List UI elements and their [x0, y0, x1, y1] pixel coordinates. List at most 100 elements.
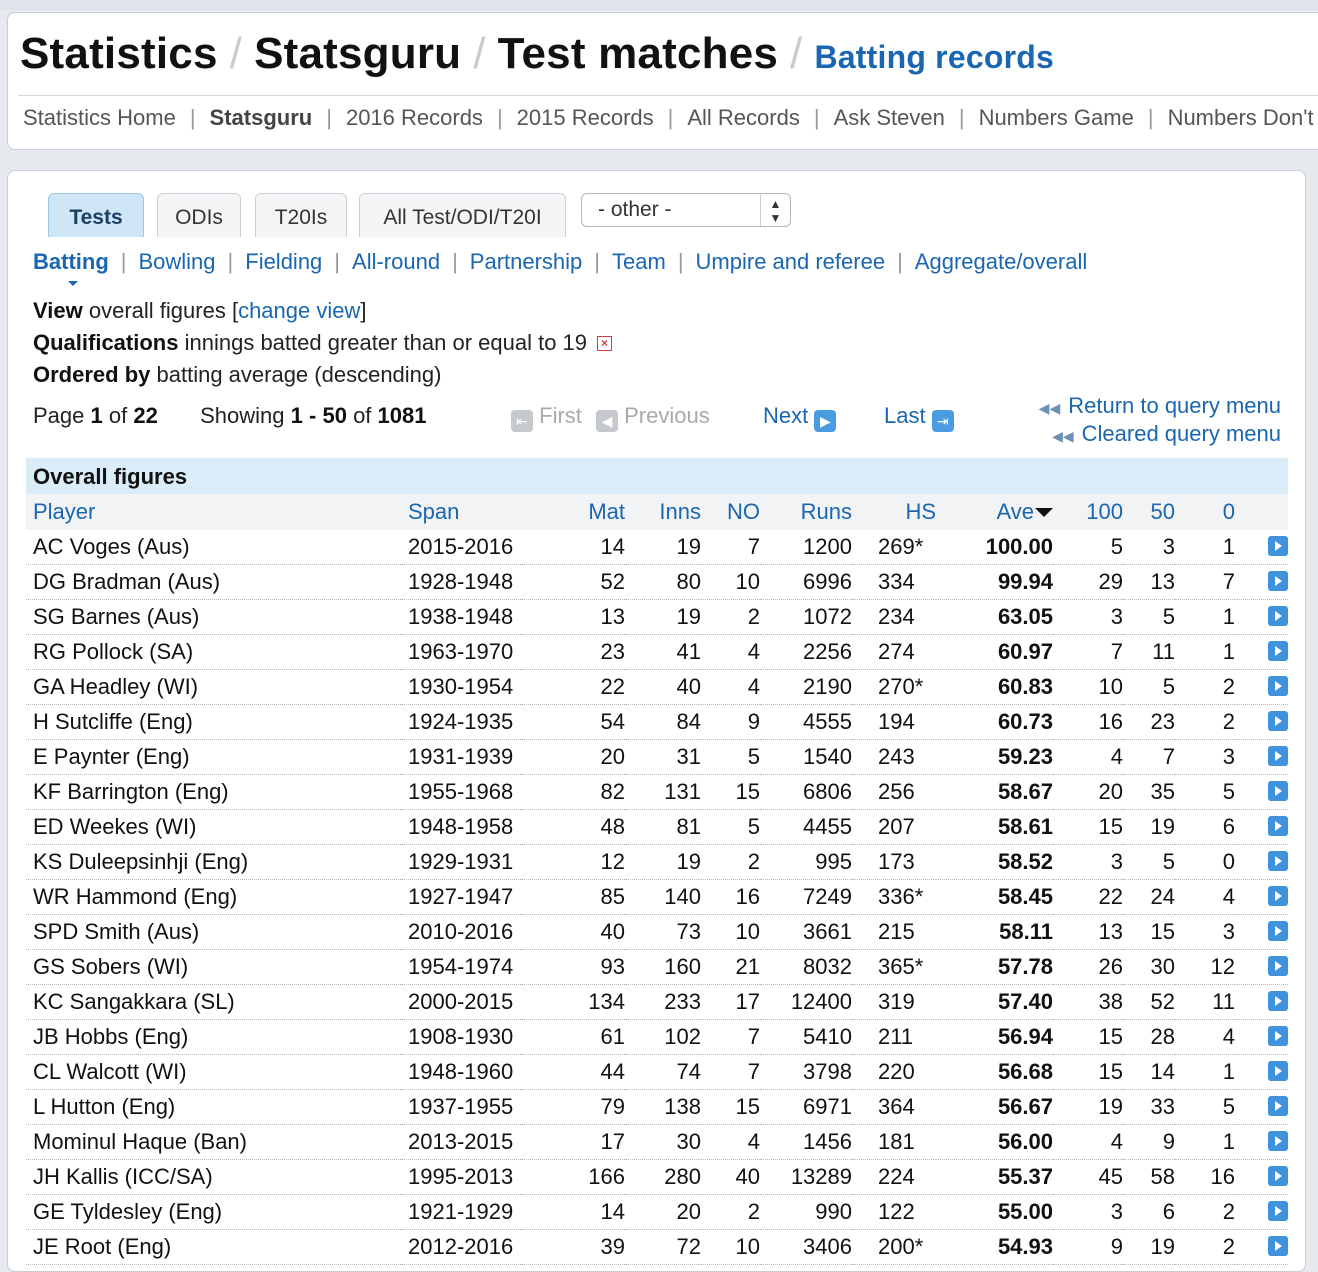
cell-action	[1235, 739, 1288, 775]
change-view-link[interactable]: change view	[238, 298, 360, 323]
cell-player[interactable]: GS Sobers (WI)	[26, 949, 401, 985]
cell-mat: 40	[521, 914, 625, 950]
cell-span: 1937-1955	[401, 1089, 521, 1125]
tab-odis[interactable]: ODIs	[157, 193, 241, 237]
remove-filter-icon[interactable]: ×	[597, 336, 613, 351]
range-dash: -	[309, 403, 317, 428]
subnav-statistics-home[interactable]: Statistics Home	[23, 105, 176, 130]
table-row: GA Headley (WI) 1930-1954 22 40 4 2190 270* 60.…	[26, 669, 1288, 705]
player-details-arrow-icon[interactable]	[1268, 1166, 1288, 1186]
col-no[interactable]: NO	[701, 494, 760, 530]
other-select-value: - other -	[598, 198, 672, 221]
last-page-button[interactable]: Last ⇥	[884, 403, 954, 432]
player-details-arrow-icon[interactable]	[1268, 641, 1288, 661]
subnav-numbers-dont-lie[interactable]: Numbers Don't L	[1168, 105, 1318, 130]
cell-player[interactable]: CL Walcott (WI)	[26, 1054, 401, 1090]
col-span[interactable]: Span	[401, 494, 521, 530]
view-close: ]	[360, 298, 367, 323]
player-details-arrow-icon[interactable]	[1268, 1061, 1288, 1081]
cat-umpire-referee[interactable]: Umpire and referee	[696, 249, 886, 274]
cell-inns: 138	[625, 1089, 701, 1125]
cell-player[interactable]: H Sutcliffe (Eng)	[26, 704, 401, 740]
player-details-arrow-icon[interactable]	[1268, 536, 1288, 556]
other-format-select[interactable]: - other - ▲ ▼	[581, 193, 791, 227]
next-page-button[interactable]: Next ▶	[763, 403, 837, 432]
cat-batting[interactable]: Batting	[33, 249, 109, 274]
player-details-arrow-icon[interactable]	[1268, 571, 1288, 591]
player-details-arrow-icon[interactable]	[1268, 1201, 1288, 1221]
cat-fielding[interactable]: Fielding	[245, 249, 322, 274]
tab-tests[interactable]: Tests	[48, 193, 144, 237]
cat-bowling[interactable]: Bowling	[138, 249, 215, 274]
cell-no: 4	[701, 1124, 760, 1160]
player-details-arrow-icon[interactable]	[1268, 781, 1288, 801]
cell-player[interactable]: JH Kallis (ICC/SA)	[26, 1159, 401, 1195]
cell-player[interactable]: KC Sangakkara (SL)	[26, 984, 401, 1020]
subnav-2015-records[interactable]: 2015 Records	[517, 105, 654, 130]
player-details-arrow-icon[interactable]	[1268, 1236, 1288, 1256]
player-details-arrow-icon[interactable]	[1268, 1131, 1288, 1151]
cell-player[interactable]: AC Voges (Aus)	[26, 530, 401, 565]
cell-no: 17	[701, 984, 760, 1020]
col-0[interactable]: 0	[1175, 494, 1235, 530]
rewind-icon: ◀◀	[1038, 400, 1061, 416]
player-details-arrow-icon[interactable]	[1268, 606, 1288, 626]
cat-all-round[interactable]: All-round	[352, 249, 440, 274]
cell-player[interactable]: JB Hobbs (Eng)	[26, 1019, 401, 1055]
cell-no: 2	[701, 1194, 760, 1230]
player-details-arrow-icon[interactable]	[1268, 921, 1288, 941]
cell-player[interactable]: RG Pollock (SA)	[26, 634, 401, 670]
return-query-link[interactable]: ◀◀ Return to query menu	[1039, 393, 1281, 421]
page-info: Page 1 of 22 Showing 1 - 50 of 1081	[33, 403, 427, 429]
cell-runs: 13289	[760, 1159, 852, 1195]
player-details-arrow-icon[interactable]	[1268, 991, 1288, 1011]
player-details-arrow-icon[interactable]	[1268, 886, 1288, 906]
cell-player[interactable]: JE Root (Eng)	[26, 1229, 401, 1265]
cell-player[interactable]: ED Weekes (WI)	[26, 809, 401, 845]
cell-player[interactable]: WR Hammond (Eng)	[26, 879, 401, 915]
player-details-arrow-icon[interactable]	[1268, 851, 1288, 871]
cell-player[interactable]: GA Headley (WI)	[26, 669, 401, 705]
col-50[interactable]: 50	[1123, 494, 1175, 530]
cleared-query-link[interactable]: ◀◀ Cleared query menu	[1039, 421, 1281, 449]
player-details-arrow-icon[interactable]	[1268, 711, 1288, 731]
player-details-arrow-icon[interactable]	[1268, 1026, 1288, 1046]
qualifications-text: innings batted greater than or equal to …	[184, 330, 588, 355]
col-mat[interactable]: Mat	[521, 494, 625, 530]
tab-t20is[interactable]: T20Is	[255, 193, 347, 237]
cell-player[interactable]: Mominul Haque (Ban)	[26, 1124, 401, 1160]
col-ave-header[interactable]: Ave	[936, 494, 1053, 530]
cell-player[interactable]: E Paynter (Eng)	[26, 739, 401, 775]
col-runs[interactable]: Runs	[760, 494, 852, 530]
cat-team[interactable]: Team	[612, 249, 666, 274]
cell-player[interactable]: SG Barnes (Aus)	[26, 599, 401, 635]
table-row: SG Barnes (Aus) 1938-1948 13 19 2 1072 234 63.0…	[26, 599, 1288, 635]
subnav-ask-steven[interactable]: Ask Steven	[834, 105, 945, 130]
cell-player[interactable]: DG Bradman (Aus)	[26, 564, 401, 600]
cell-player[interactable]: KF Barrington (Eng)	[26, 774, 401, 810]
col-player[interactable]: Player	[26, 494, 401, 530]
col-hs[interactable]: HS	[852, 494, 936, 530]
subnav-all-records[interactable]: All Records	[687, 105, 799, 130]
crumb-statsguru[interactable]: Statsguru	[254, 29, 461, 78]
subnav-statsguru[interactable]: Statsguru	[210, 105, 313, 130]
crumb-statistics[interactable]: Statistics	[20, 29, 218, 78]
col-inns[interactable]: Inns	[625, 494, 701, 530]
player-details-arrow-icon[interactable]	[1268, 956, 1288, 976]
cell-player[interactable]: KS Duleepsinhji (Eng)	[26, 844, 401, 880]
cat-partnership[interactable]: Partnership	[470, 249, 583, 274]
subnav-2016-records[interactable]: 2016 Records	[346, 105, 483, 130]
cell-player[interactable]: SPD Smith (Aus)	[26, 914, 401, 950]
subnav-numbers-game[interactable]: Numbers Game	[979, 105, 1134, 130]
cell-player[interactable]: L Hutton (Eng)	[26, 1089, 401, 1125]
col-action	[1235, 494, 1288, 530]
player-details-arrow-icon[interactable]	[1268, 676, 1288, 696]
crumb-test-matches[interactable]: Test matches	[498, 29, 778, 78]
tab-all-formats[interactable]: All Test/ODI/T20I	[359, 193, 566, 237]
player-details-arrow-icon[interactable]	[1268, 1096, 1288, 1116]
player-details-arrow-icon[interactable]	[1268, 816, 1288, 836]
cat-aggregate-overall[interactable]: Aggregate/overall	[915, 249, 1087, 274]
cell-player[interactable]: GE Tyldesley (Eng)	[26, 1194, 401, 1230]
player-details-arrow-icon[interactable]	[1268, 746, 1288, 766]
col-100[interactable]: 100	[1053, 494, 1123, 530]
